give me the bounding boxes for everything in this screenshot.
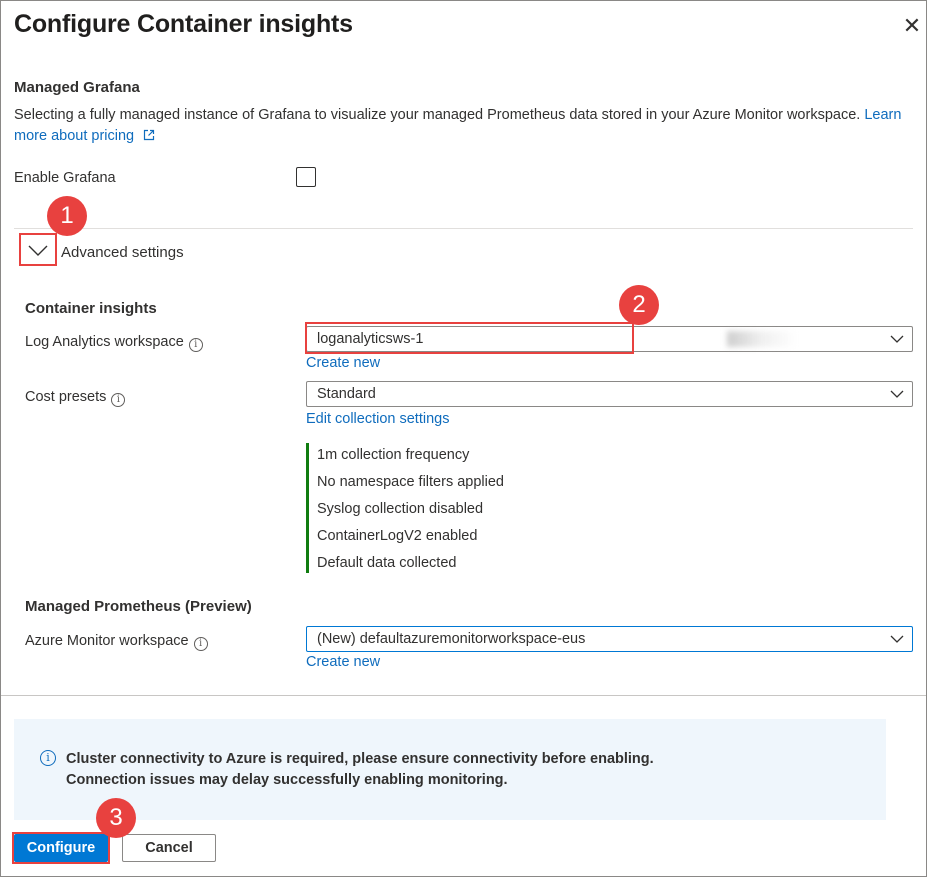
create-new-workspace-link[interactable]: Create new [306, 654, 380, 670]
info-icon[interactable]: i [193, 637, 208, 651]
log-analytics-label-row: Log Analytics workspace i [25, 334, 203, 352]
close-icon[interactable]: ✕ [898, 14, 926, 38]
summary-item: ContainerLogV2 enabled [317, 528, 478, 544]
log-analytics-label: Log Analytics workspace [25, 334, 184, 350]
create-new-log-analytics-link[interactable]: Create new [306, 355, 380, 371]
azure-monitor-value: (New) defaultazuremonitorworkspace-eus [317, 631, 586, 647]
info-icon[interactable]: i [111, 393, 126, 407]
azure-monitor-label-row: Azure Monitor workspace i [25, 633, 208, 651]
advanced-settings-label[interactable]: Advanced settings [61, 244, 184, 261]
dialog-title: Configure Container insights [14, 10, 353, 38]
enable-grafana-checkbox[interactable] [296, 167, 316, 187]
container-insights-heading: Container insights [25, 300, 157, 317]
redacted-text [727, 331, 797, 347]
chevron-down-icon [890, 335, 904, 343]
enable-grafana-label: Enable Grafana [14, 170, 116, 186]
cost-presets-value: Standard [317, 386, 376, 402]
chevron-down-icon [28, 245, 48, 256]
advanced-settings-toggle[interactable] [19, 233, 57, 266]
banner-line-1: Cluster connectivity to Azure is require… [66, 751, 654, 767]
edit-collection-settings-link[interactable]: Edit collection settings [306, 411, 449, 427]
learn-more-link-row[interactable]: more about pricing [14, 127, 155, 145]
summary-item: 1m collection frequency [317, 447, 470, 463]
cost-presets-label: Cost presets [25, 389, 107, 405]
grafana-heading: Managed Grafana [14, 79, 140, 96]
info-icon: i [40, 750, 56, 766]
collection-summary: 1m collection frequency No namespace fil… [306, 443, 606, 573]
chevron-down-icon [890, 635, 904, 643]
cost-presets-label-row: Cost presets i [25, 389, 126, 407]
azure-monitor-label: Azure Monitor workspace [25, 633, 189, 649]
grafana-description: Selecting a fully managed instance of Gr… [14, 107, 914, 123]
banner-line-2: Connection issues may delay successfully… [66, 772, 508, 788]
step-marker-2: 2 [619, 285, 659, 325]
configure-button[interactable]: Configure [14, 834, 108, 862]
cancel-button[interactable]: Cancel [122, 834, 216, 862]
chevron-down-icon [890, 390, 904, 398]
info-icon[interactable]: i [188, 338, 203, 352]
info-banner: i Cluster connectivity to Azure is requi… [14, 719, 886, 820]
summary-item: No namespace filters applied [317, 474, 504, 490]
highlight-log-analytics [305, 322, 634, 354]
prometheus-heading: Managed Prometheus (Preview) [25, 598, 252, 615]
step-marker-3: 3 [96, 798, 136, 838]
divider [14, 228, 913, 229]
summary-item: Syslog collection disabled [317, 501, 484, 517]
summary-item: Default data collected [317, 555, 457, 571]
step-marker-1: 1 [47, 196, 87, 236]
external-link-icon [143, 129, 154, 141]
learn-more-link[interactable]: Learn [864, 107, 901, 123]
learn-more-pricing-link[interactable]: more about pricing [14, 128, 134, 144]
azure-monitor-dropdown[interactable]: (New) defaultazuremonitorworkspace-eus [306, 626, 913, 652]
cost-presets-dropdown[interactable]: Standard [306, 381, 913, 407]
grafana-description-text: Selecting a fully managed instance of Gr… [14, 107, 861, 123]
footer-divider [1, 695, 926, 696]
